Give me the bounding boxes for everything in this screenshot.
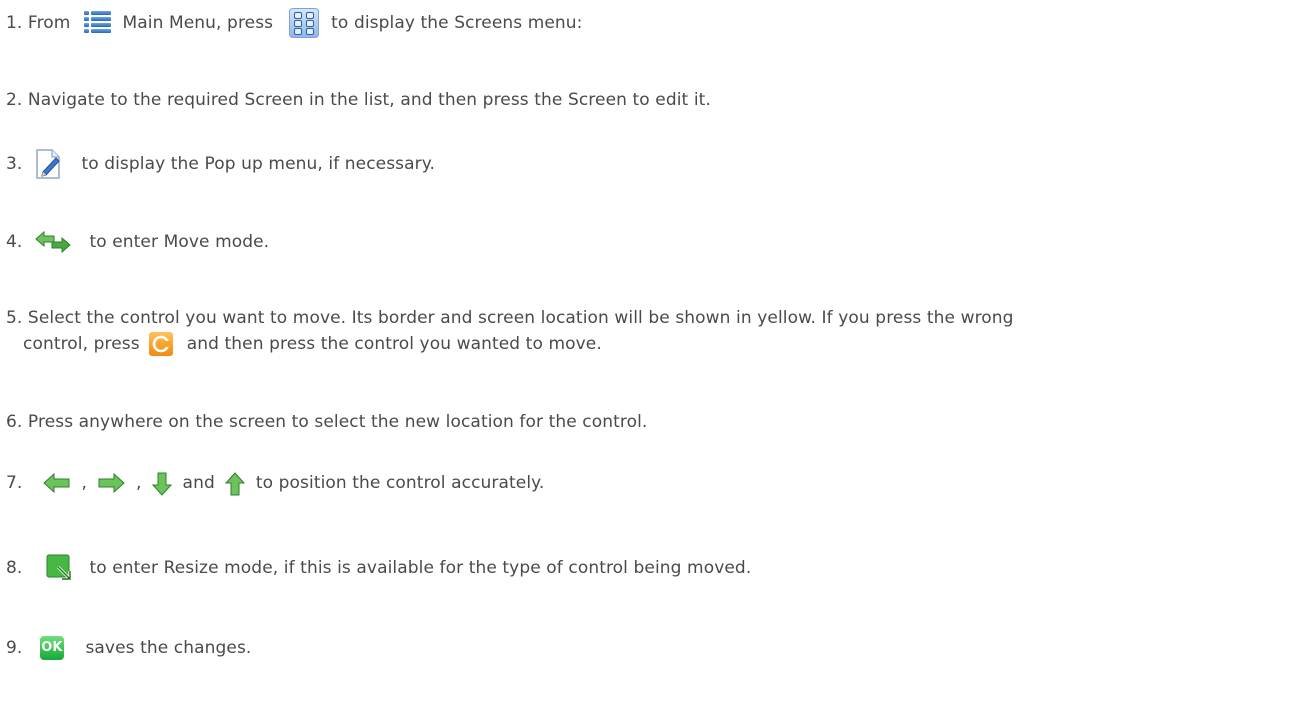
step-6: 6. Press anywhere on the screen to selec… <box>6 411 647 433</box>
step-9-text: saves the changes. <box>85 638 252 658</box>
step-7-comma-1: , <box>81 473 87 493</box>
step-8: 8. to enter Resize mode, if this is avai… <box>6 554 751 582</box>
step-8-text: to enter Resize mode, if this is availab… <box>89 558 752 578</box>
step-7-comma-2: , <box>136 473 142 493</box>
step-9: 9. OK saves the changes. <box>6 636 251 660</box>
left-arrow-icon <box>42 471 72 495</box>
step-5-line-1: 5. Select the control you want to move. … <box>6 307 1014 329</box>
up-arrow-icon <box>224 471 246 496</box>
step-5-text-1: 5. Select the control you want to move. … <box>6 308 1014 328</box>
step-4-prefix: 4. <box>6 232 23 252</box>
step-8-prefix: 8. <box>6 558 23 578</box>
move-mode-icon <box>34 230 72 254</box>
step-4-text: to enter Move mode. <box>89 232 270 252</box>
step-7-prefix: 7. <box>6 473 23 493</box>
step-1-prefix: 1. From <box>6 13 71 33</box>
edit-icon <box>34 148 62 180</box>
step-3-prefix: 3. <box>6 154 23 174</box>
step-1-middle: Main Menu, press <box>122 13 274 33</box>
main-menu-icon <box>83 11 111 35</box>
step-3: 3. to display the Pop up menu, if necess… <box>6 148 435 180</box>
step-4: 4. to enter Move mode. <box>6 230 269 254</box>
step-2: 2. Navigate to the required Screen in th… <box>6 89 711 111</box>
right-arrow-icon <box>96 471 126 495</box>
step-5-line-2: control, press and then press the contro… <box>23 332 602 356</box>
ok-icon: OK <box>39 636 64 660</box>
step-7-text: to position the control accurately. <box>255 473 545 493</box>
step-5-prefix: control, press <box>23 334 140 354</box>
step-1: 1. From Main Menu, press to display the … <box>6 8 583 38</box>
screens-icon <box>288 8 319 38</box>
step-7-and: and <box>182 473 215 493</box>
step-6-text: 6. Press anywhere on the screen to selec… <box>6 412 648 432</box>
step-1-suffix: to display the Screens menu: <box>331 13 583 33</box>
step-7: 7. , , and to position the control accur… <box>6 471 545 496</box>
step-9-prefix: 9. <box>6 638 23 658</box>
step-5-suffix: and then press the control you wanted to… <box>186 334 602 354</box>
step-2-text: 2. Navigate to the required Screen in th… <box>6 90 711 110</box>
down-arrow-icon <box>151 471 173 496</box>
clear-icon <box>149 332 174 356</box>
step-3-text: to display the Pop up menu, if necessary… <box>81 154 435 174</box>
resize-icon <box>46 554 72 582</box>
